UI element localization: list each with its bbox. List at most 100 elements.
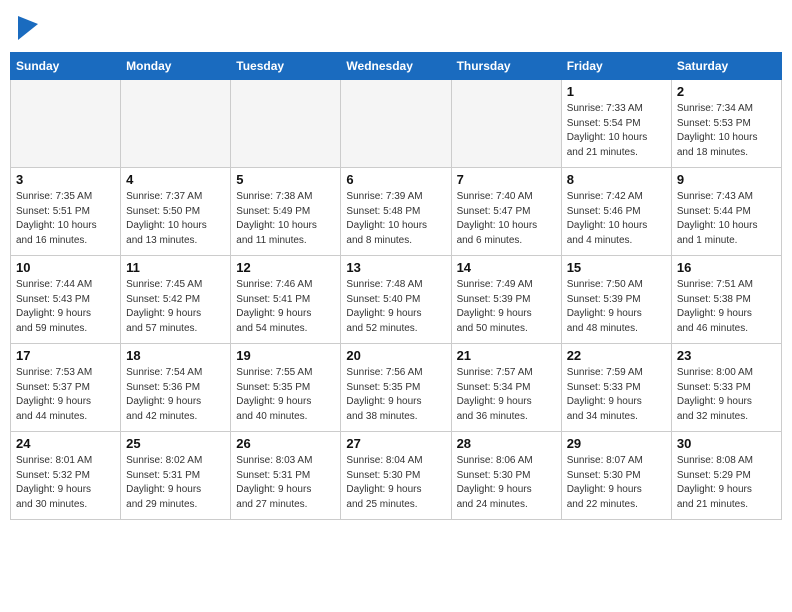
day-number: 4 bbox=[126, 172, 225, 187]
day-number: 30 bbox=[677, 436, 776, 451]
day-info: Sunrise: 7:39 AM Sunset: 5:48 PM Dayligh… bbox=[346, 190, 445, 248]
day-info: Sunrise: 7:34 AM Sunset: 5:53 PM Dayligh… bbox=[677, 102, 776, 160]
day-number: 1 bbox=[567, 84, 666, 99]
day-info: Sunrise: 7:53 AM Sunset: 5:37 PM Dayligh… bbox=[16, 366, 115, 424]
day-info: Sunrise: 7:46 AM Sunset: 5:41 PM Dayligh… bbox=[236, 278, 335, 336]
calendar-cell: 29Sunrise: 8:07 AM Sunset: 5:30 PM Dayli… bbox=[561, 432, 671, 520]
day-number: 15 bbox=[567, 260, 666, 275]
calendar-cell: 14 Sunrise: 7:49 AM Sunset: 5:39 PM Dayli… bbox=[451, 256, 561, 344]
calendar-cell: 20 Sunrise: 7:56 AM Sunset: 5:35 PM Dayli… bbox=[341, 344, 451, 432]
day-number: 24 bbox=[16, 436, 115, 451]
weekday-header-monday: Monday bbox=[121, 53, 231, 80]
weekday-header-wednesday: Wednesday bbox=[341, 53, 451, 80]
day-number: 2 bbox=[677, 84, 776, 99]
calendar-cell: 10 Sunrise: 7:44 AM Sunset: 5:43 PM Dayli… bbox=[11, 256, 121, 344]
day-number: 8 bbox=[567, 172, 666, 187]
calendar-table: SundayMondayTuesdayWednesdayThursdayFrid… bbox=[10, 52, 782, 520]
calendar-week-row: 24Sunrise: 8:01 AM Sunset: 5:32 PM Dayli… bbox=[11, 432, 782, 520]
day-number: 27 bbox=[346, 436, 445, 451]
weekday-header-thursday: Thursday bbox=[451, 53, 561, 80]
day-number: 13 bbox=[346, 260, 445, 275]
day-info: Sunrise: 7:43 AM Sunset: 5:44 PM Dayligh… bbox=[677, 190, 776, 248]
day-number: 20 bbox=[346, 348, 445, 363]
day-info: Sunrise: 7:57 AM Sunset: 5:34 PM Dayligh… bbox=[457, 366, 556, 424]
day-number: 3 bbox=[16, 172, 115, 187]
day-number: 22 bbox=[567, 348, 666, 363]
calendar-cell bbox=[121, 80, 231, 168]
calendar-cell: 30 Sunrise: 8:08 AM Sunset: 5:29 PM Dayli… bbox=[671, 432, 781, 520]
day-info: Sunrise: 7:55 AM Sunset: 5:35 PM Dayligh… bbox=[236, 366, 335, 424]
calendar-cell bbox=[451, 80, 561, 168]
weekday-header-tuesday: Tuesday bbox=[231, 53, 341, 80]
day-info: Sunrise: 7:35 AM Sunset: 5:51 PM Dayligh… bbox=[16, 190, 115, 248]
calendar-cell: 13 Sunrise: 7:48 AM Sunset: 5:40 PM Dayli… bbox=[341, 256, 451, 344]
calendar-cell: 28Sunrise: 8:06 AM Sunset: 5:30 PM Dayli… bbox=[451, 432, 561, 520]
calendar-cell: 25 Sunrise: 8:02 AM Sunset: 5:31 PM Dayli… bbox=[121, 432, 231, 520]
day-info: Sunrise: 7:54 AM Sunset: 5:36 PM Dayligh… bbox=[126, 366, 225, 424]
logo-icon bbox=[18, 16, 38, 40]
day-info: Sunrise: 8:00 AM Sunset: 5:33 PM Dayligh… bbox=[677, 366, 776, 424]
day-number: 6 bbox=[346, 172, 445, 187]
calendar-cell: 15 Sunrise: 7:50 AM Sunset: 5:39 PM Dayli… bbox=[561, 256, 671, 344]
day-number: 19 bbox=[236, 348, 335, 363]
day-number: 10 bbox=[16, 260, 115, 275]
day-info: Sunrise: 7:56 AM Sunset: 5:35 PM Dayligh… bbox=[346, 366, 445, 424]
calendar-cell: 8Sunrise: 7:42 AM Sunset: 5:46 PM Daylig… bbox=[561, 168, 671, 256]
calendar-cell: 19 Sunrise: 7:55 AM Sunset: 5:35 PM Dayli… bbox=[231, 344, 341, 432]
calendar-cell bbox=[341, 80, 451, 168]
day-info: Sunrise: 7:59 AM Sunset: 5:33 PM Dayligh… bbox=[567, 366, 666, 424]
calendar-cell: 27Sunrise: 8:04 AM Sunset: 5:30 PM Dayli… bbox=[341, 432, 451, 520]
day-info: Sunrise: 8:06 AM Sunset: 5:30 PM Dayligh… bbox=[457, 454, 556, 512]
day-number: 25 bbox=[126, 436, 225, 451]
calendar-cell: 9 Sunrise: 7:43 AM Sunset: 5:44 PM Daylig… bbox=[671, 168, 781, 256]
day-number: 11 bbox=[126, 260, 225, 275]
day-info: Sunrise: 7:49 AM Sunset: 5:39 PM Dayligh… bbox=[457, 278, 556, 336]
calendar-cell: 5 Sunrise: 7:38 AM Sunset: 5:49 PM Daylig… bbox=[231, 168, 341, 256]
day-number: 17 bbox=[16, 348, 115, 363]
day-number: 29 bbox=[567, 436, 666, 451]
day-info: Sunrise: 7:45 AM Sunset: 5:42 PM Dayligh… bbox=[126, 278, 225, 336]
weekday-header-friday: Friday bbox=[561, 53, 671, 80]
weekday-header-saturday: Saturday bbox=[671, 53, 781, 80]
day-number: 14 bbox=[457, 260, 556, 275]
calendar-cell bbox=[231, 80, 341, 168]
day-info: Sunrise: 7:51 AM Sunset: 5:38 PM Dayligh… bbox=[677, 278, 776, 336]
calendar-cell: 12 Sunrise: 7:46 AM Sunset: 5:41 PM Dayli… bbox=[231, 256, 341, 344]
day-info: Sunrise: 7:50 AM Sunset: 5:39 PM Dayligh… bbox=[567, 278, 666, 336]
day-info: Sunrise: 7:48 AM Sunset: 5:40 PM Dayligh… bbox=[346, 278, 445, 336]
day-number: 26 bbox=[236, 436, 335, 451]
day-info: Sunrise: 8:08 AM Sunset: 5:29 PM Dayligh… bbox=[677, 454, 776, 512]
calendar-cell: 24Sunrise: 8:01 AM Sunset: 5:32 PM Dayli… bbox=[11, 432, 121, 520]
page-header bbox=[10, 10, 782, 46]
day-number: 21 bbox=[457, 348, 556, 363]
day-number: 12 bbox=[236, 260, 335, 275]
day-info: Sunrise: 7:44 AM Sunset: 5:43 PM Dayligh… bbox=[16, 278, 115, 336]
calendar-week-row: 10 Sunrise: 7:44 AM Sunset: 5:43 PM Dayli… bbox=[11, 256, 782, 344]
calendar-week-row: 17 Sunrise: 7:53 AM Sunset: 5:37 PM Dayli… bbox=[11, 344, 782, 432]
day-info: Sunrise: 7:33 AM Sunset: 5:54 PM Dayligh… bbox=[567, 102, 666, 160]
day-info: Sunrise: 8:03 AM Sunset: 5:31 PM Dayligh… bbox=[236, 454, 335, 512]
logo bbox=[14, 16, 38, 40]
calendar-cell: 7 Sunrise: 7:40 AM Sunset: 5:47 PM Daylig… bbox=[451, 168, 561, 256]
weekday-header-sunday: Sunday bbox=[11, 53, 121, 80]
day-number: 9 bbox=[677, 172, 776, 187]
day-info: Sunrise: 7:38 AM Sunset: 5:49 PM Dayligh… bbox=[236, 190, 335, 248]
calendar-cell: 4 Sunrise: 7:37 AM Sunset: 5:50 PM Daylig… bbox=[121, 168, 231, 256]
day-info: Sunrise: 7:37 AM Sunset: 5:50 PM Dayligh… bbox=[126, 190, 225, 248]
calendar-cell: 11 Sunrise: 7:45 AM Sunset: 5:42 PM Dayli… bbox=[121, 256, 231, 344]
calendar-cell: 16Sunrise: 7:51 AM Sunset: 5:38 PM Dayli… bbox=[671, 256, 781, 344]
day-info: Sunrise: 7:40 AM Sunset: 5:47 PM Dayligh… bbox=[457, 190, 556, 248]
calendar-cell: 1 Sunrise: 7:33 AM Sunset: 5:54 PM Daylig… bbox=[561, 80, 671, 168]
day-number: 7 bbox=[457, 172, 556, 187]
calendar-cell bbox=[11, 80, 121, 168]
day-info: Sunrise: 8:02 AM Sunset: 5:31 PM Dayligh… bbox=[126, 454, 225, 512]
day-number: 5 bbox=[236, 172, 335, 187]
calendar-cell: 22 Sunrise: 7:59 AM Sunset: 5:33 PM Dayli… bbox=[561, 344, 671, 432]
calendar-cell: 21 Sunrise: 7:57 AM Sunset: 5:34 PM Dayli… bbox=[451, 344, 561, 432]
day-number: 23 bbox=[677, 348, 776, 363]
calendar-cell: 18Sunrise: 7:54 AM Sunset: 5:36 PM Dayli… bbox=[121, 344, 231, 432]
calendar-cell: 17 Sunrise: 7:53 AM Sunset: 5:37 PM Dayli… bbox=[11, 344, 121, 432]
calendar-cell: 6 Sunrise: 7:39 AM Sunset: 5:48 PM Daylig… bbox=[341, 168, 451, 256]
calendar-header-row: SundayMondayTuesdayWednesdayThursdayFrid… bbox=[11, 53, 782, 80]
calendar-week-row: 1 Sunrise: 7:33 AM Sunset: 5:54 PM Daylig… bbox=[11, 80, 782, 168]
